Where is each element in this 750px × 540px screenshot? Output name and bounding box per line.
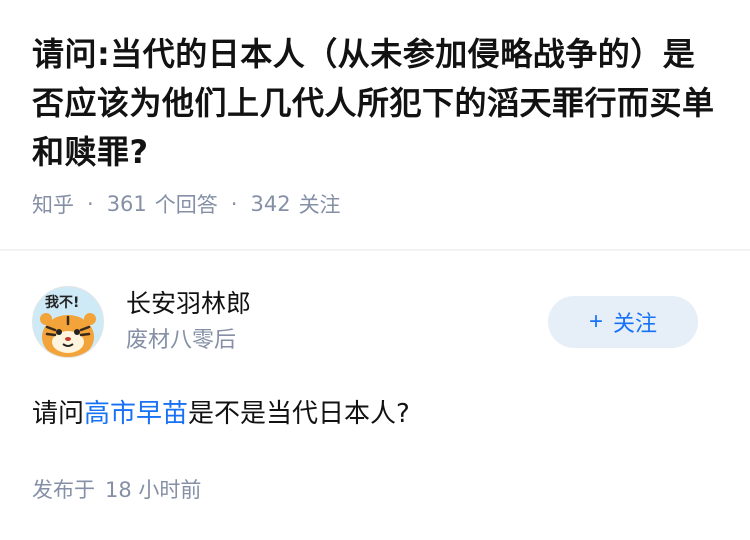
question-title[interactable]: 请问:当代的日本人（从未参加侵略战争的）是否应该为他们上几代人所犯下的滔天罪行而… bbox=[32, 30, 718, 177]
plus-icon: + bbox=[588, 308, 603, 335]
answer-content[interactable]: 请问高市早苗是不是当代日本人? bbox=[32, 394, 718, 434]
author-row: 我不! 长安羽林郎 废材八零后 + 关注 bbox=[32, 284, 718, 360]
meta-separator: · bbox=[87, 192, 94, 216]
cartoon-tiger-avatar-icon: 我不! bbox=[33, 287, 103, 357]
answer-card: 我不! 长安羽林郎 废材八零后 + 关注 请问高市早苗是不是当代日本人? 发布于… bbox=[32, 284, 718, 504]
meta-separator: · bbox=[230, 192, 238, 216]
section-divider bbox=[0, 249, 750, 251]
answers-label[interactable]: 个回答 bbox=[155, 189, 218, 219]
content-link[interactable]: 高市早苗 bbox=[84, 399, 188, 429]
follow-button[interactable]: + 关注 bbox=[548, 296, 698, 348]
followers-count: 342 bbox=[250, 192, 291, 216]
avatar-text: 我不! bbox=[45, 295, 79, 311]
question-header: 请问:当代的日本人（从未参加侵略战争的）是否应该为他们上几代人所犯下的滔天罪行而… bbox=[0, 0, 750, 219]
time-value: 18 小时前 bbox=[105, 478, 202, 502]
content-prefix: 请问 bbox=[32, 399, 85, 429]
follow-button-label: 关注 bbox=[613, 311, 658, 336]
time-label: 发布于 bbox=[32, 478, 95, 502]
question-meta: 知乎 · 361 个回答 · 342 关注 bbox=[32, 189, 718, 219]
followers-label: 关注 bbox=[298, 193, 341, 217]
answer-timestamp: 发布于 18 小时前 bbox=[32, 474, 718, 504]
answers-count: 361 bbox=[106, 192, 147, 216]
content-suffix: 是不是当代日本人? bbox=[188, 399, 410, 429]
avatar[interactable]: 我不! bbox=[32, 286, 104, 358]
source-label[interactable]: 知乎 bbox=[32, 189, 74, 219]
